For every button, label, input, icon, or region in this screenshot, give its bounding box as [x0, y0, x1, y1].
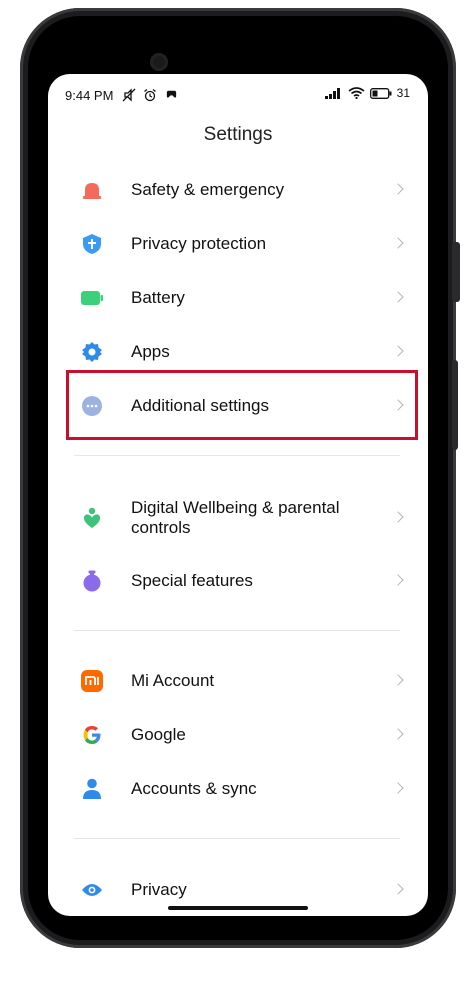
wifi-icon — [348, 87, 365, 99]
settings-item-special-features[interactable]: Special features — [66, 554, 410, 608]
settings-item-label: Digital Wellbeing & parental controls — [131, 498, 340, 537]
chevron-right-icon — [392, 345, 404, 357]
battery-percentage: 31 — [396, 86, 410, 100]
settings-item-label: Mi Account — [131, 671, 215, 690]
mute-icon — [122, 88, 136, 102]
section-divider — [74, 838, 400, 839]
chevron-right-icon — [392, 574, 404, 586]
volume-button — [452, 242, 460, 302]
settings-item-google[interactable]: Google — [66, 708, 410, 762]
chevron-right-icon — [392, 237, 404, 249]
google-g-icon — [81, 724, 103, 746]
eye-icon — [81, 879, 103, 901]
settings-item-safety-emergency[interactable]: Safety & emergency — [66, 163, 410, 217]
settings-item-privacy-protection[interactable]: Privacy protection — [66, 217, 410, 271]
settings-item-mi-account[interactable]: Mi Account — [66, 654, 410, 708]
chevron-right-icon — [392, 883, 404, 895]
settings-item-accounts-sync[interactable]: Accounts & sync — [66, 762, 410, 816]
mi-logo-icon — [81, 670, 103, 692]
highlight-box — [66, 370, 418, 440]
chevron-right-icon — [392, 782, 404, 794]
settings-item-label: Safety & emergency — [131, 180, 285, 199]
settings-item-label: Accounts & sync — [131, 779, 257, 798]
chevron-right-icon — [392, 728, 404, 740]
status-time: 9:44 PM — [65, 88, 114, 103]
safety-icon — [81, 179, 103, 201]
settings-item-label: Google — [131, 725, 186, 744]
battery-icon — [81, 287, 103, 309]
chevron-right-icon — [392, 674, 404, 686]
page-title: Settings — [203, 124, 273, 145]
front-camera — [150, 53, 168, 71]
settings-screen: 9:44 PM 31 Settings Safety & emergency P… — [48, 74, 428, 916]
settings-item-label: Apps — [131, 342, 170, 361]
section-divider — [74, 455, 400, 456]
settings-item-digital-wellbeing[interactable]: Digital Wellbeing & parental controls — [66, 488, 410, 548]
chevron-right-icon — [392, 183, 404, 195]
section-divider — [74, 630, 400, 631]
status-system-icons: 31 — [324, 86, 410, 100]
home-indicator[interactable] — [168, 906, 308, 910]
settings-item-label: Privacy protection — [131, 234, 267, 253]
settings-item-label: Special features — [131, 571, 253, 590]
settings-item-battery[interactable]: Battery — [66, 271, 410, 325]
power-button — [452, 360, 458, 450]
chevron-right-icon — [392, 291, 404, 303]
status-notification-icons — [122, 87, 178, 102]
settings-item-label: Privacy — [131, 880, 187, 899]
settings-item-label: Battery — [131, 288, 185, 307]
alarm-icon — [144, 88, 157, 101]
person-icon — [81, 778, 103, 800]
status-bar: 9:44 PM 31 — [48, 74, 428, 118]
battery-status-icon — [369, 87, 392, 99]
chevron-right-icon — [392, 511, 404, 523]
signal-icon — [324, 87, 340, 99]
shield-icon — [81, 233, 103, 255]
heart-person-icon — [81, 507, 103, 529]
game-icon — [166, 91, 176, 98]
potion-icon — [81, 570, 103, 592]
gear-icon — [81, 341, 103, 363]
